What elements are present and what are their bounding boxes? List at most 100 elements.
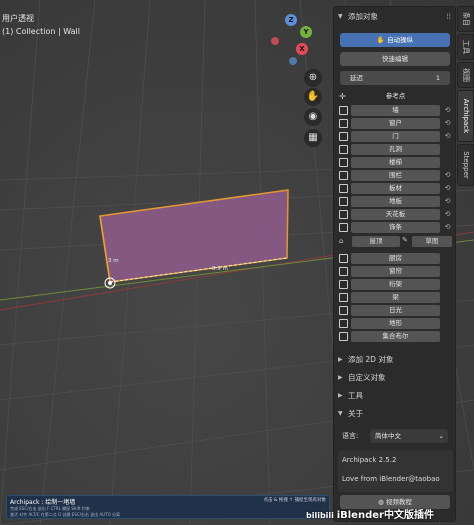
wall-object	[99, 189, 289, 283]
object-icon	[339, 106, 348, 115]
tab-tool[interactable]: 工具	[457, 34, 474, 60]
gizmo-neg-x[interactable]	[271, 37, 279, 45]
tab-view[interactable]: 视图	[457, 62, 474, 88]
object-row: 板材 ⟲	[338, 183, 453, 195]
love-label: Love from iBlender@taobao	[342, 475, 440, 483]
object-icon	[339, 223, 348, 232]
object-icon	[339, 132, 348, 141]
object-button[interactable]: 地形	[351, 318, 440, 329]
preset-icon[interactable]: ⟲	[443, 184, 452, 193]
chevron-down-icon: ▼	[338, 410, 343, 417]
object-icon	[339, 306, 348, 315]
object-button[interactable]: 孔洞	[351, 144, 440, 155]
gizmo-neg-z[interactable]	[289, 57, 297, 65]
bilibili-logo: bilibili	[306, 511, 337, 520]
preset-icon[interactable]: ⟲	[443, 197, 452, 206]
object-button[interactable]: 墙	[351, 105, 440, 116]
preset-icon[interactable]: ⟲	[443, 106, 452, 115]
object-row: 窗帘	[338, 266, 453, 278]
preset-icon[interactable]: ⟲	[443, 223, 452, 232]
section-tools-header[interactable]: ▶ 工具	[338, 389, 453, 403]
camera-icon[interactable]: ◉	[304, 108, 322, 126]
chevron-right-icon: ▶	[338, 392, 343, 399]
hand-icon: ✋	[376, 36, 388, 44]
object-row: 楼梯	[338, 157, 453, 169]
status-hint: 点击 & 拖拽 ↑ 捕捉至现有对象	[263, 498, 326, 503]
collection-label: (1) Collection | Wall	[2, 27, 80, 36]
about-box: Archipack 2.5.2 Love from iBlender@taoba…	[338, 450, 453, 492]
object-row: 地板 ⟲	[338, 196, 453, 208]
pan-hand-icon[interactable]: ✋	[304, 88, 322, 106]
operator-status-bar: Archipack : 绘制一堵墙 点击 & 拖拽 ↑ 捕捉至现有对象 完成 E…	[6, 495, 330, 519]
object-icon	[339, 267, 348, 276]
language-select[interactable]: 简体中文 ⌄	[370, 429, 448, 443]
gizmo-y-axis[interactable]: Y	[300, 26, 312, 38]
sketch-icon: ✎	[402, 236, 408, 244]
object-row: 墙 ⟲	[338, 105, 453, 117]
object-row: 梁	[338, 292, 453, 304]
language-label: 语言:	[342, 432, 359, 440]
ortho-grid-icon[interactable]: ▦	[304, 129, 322, 147]
chevron-down-icon: ▼	[338, 13, 343, 20]
tab-archipack[interactable]: Archipack	[457, 90, 474, 142]
version-label: Archipack 2.5.2	[342, 456, 397, 464]
object-icon	[339, 293, 348, 302]
section-2d-header[interactable]: ▶ 添加 2D 对象	[338, 353, 453, 367]
object-icon	[339, 210, 348, 219]
roof-button[interactable]: 屋顶	[352, 236, 400, 247]
reference-point-row[interactable]: ✛ 参考点	[338, 91, 453, 103]
quick-edit-button[interactable]: 快速编辑	[340, 52, 450, 66]
gizmo-x-axis[interactable]: X	[296, 43, 308, 55]
object-button[interactable]: 梁	[351, 292, 440, 303]
status-line-2: 激活 对齐 ALT/C 在第二点 G 创建 ESC/右击 退出 AUTO 分离	[10, 512, 121, 517]
tab-stepper[interactable]: Stepper	[457, 144, 474, 186]
object-icon	[339, 197, 348, 206]
view-mode-label: 用户透视	[2, 14, 34, 23]
object-button[interactable]: 板材	[351, 183, 440, 194]
object-icon	[339, 184, 348, 193]
delay-field[interactable]: 延迟 1	[340, 71, 450, 85]
height-dimension-label: 3 m	[108, 258, 119, 264]
tab-item[interactable]: 条目	[457, 6, 474, 32]
section-custom-header[interactable]: ▶ 自定义对象	[338, 371, 453, 385]
preset-icon[interactable]: ⟲	[443, 119, 452, 128]
drag-handle-icon[interactable]: ⁞⁞	[446, 10, 451, 24]
object-row: 饰条 ⟲	[338, 222, 453, 234]
object-button[interactable]: 饰条	[351, 222, 440, 233]
object-icon	[339, 145, 348, 154]
object-button[interactable]: 地板	[351, 196, 440, 207]
object-button[interactable]: 楼梯	[351, 157, 440, 168]
object-button[interactable]: 门	[351, 131, 440, 142]
object-icon	[339, 254, 348, 263]
navigation-gizmo[interactable]: Z Y X	[266, 14, 316, 65]
object-button[interactable]: 围栏	[351, 170, 440, 181]
object-button[interactable]: 日光	[351, 305, 440, 316]
length-dimension-label: 8.9 m	[212, 266, 228, 272]
object-row: 日光	[338, 305, 453, 317]
add-object-header[interactable]: ▼ 添加对象 ⁞⁞	[338, 10, 453, 24]
roof-icon: ⌂	[339, 237, 344, 245]
object-button[interactable]: 集合布尔	[351, 331, 440, 342]
object-icon	[339, 171, 348, 180]
sketch-button[interactable]: 草图	[412, 236, 452, 247]
gizmo-z-axis[interactable]: Z	[285, 14, 297, 26]
object-row: 集合布尔	[338, 331, 453, 343]
watermark: bilibili iBlender中文版插件	[306, 510, 434, 521]
section-about-header[interactable]: ▼ 关于	[338, 407, 453, 421]
object-button[interactable]: 天花板	[351, 209, 440, 220]
zoom-icon[interactable]: ⊕	[304, 69, 322, 87]
object-button[interactable]: 窗帘	[351, 266, 440, 277]
chevron-right-icon: ▶	[338, 374, 343, 381]
object-icon	[339, 332, 348, 341]
preset-icon[interactable]: ⟲	[443, 132, 452, 141]
object-row: 天花板 ⟲	[338, 209, 453, 221]
auto-manipulate-button[interactable]: ✋ 自动操纵	[340, 33, 450, 47]
status-title: Archipack : 绘制一堵墙	[10, 499, 76, 506]
object-button[interactable]: 窗户	[351, 118, 440, 129]
object-button[interactable]: 厨房	[351, 253, 440, 264]
object-button[interactable]: 桁架	[351, 279, 440, 290]
chevron-down-icon: ⌄	[438, 432, 444, 440]
preset-icon[interactable]: ⟲	[443, 210, 452, 219]
preset-icon[interactable]: ⟲	[443, 171, 452, 180]
archipack-sidebar: ▼ 添加对象 ⁞⁞ ✋ 自动操纵 快速编辑 延迟 1 ✛ 参考点 墙 ⟲ 窗户 ⟲ 门 ⟲…	[333, 6, 456, 522]
